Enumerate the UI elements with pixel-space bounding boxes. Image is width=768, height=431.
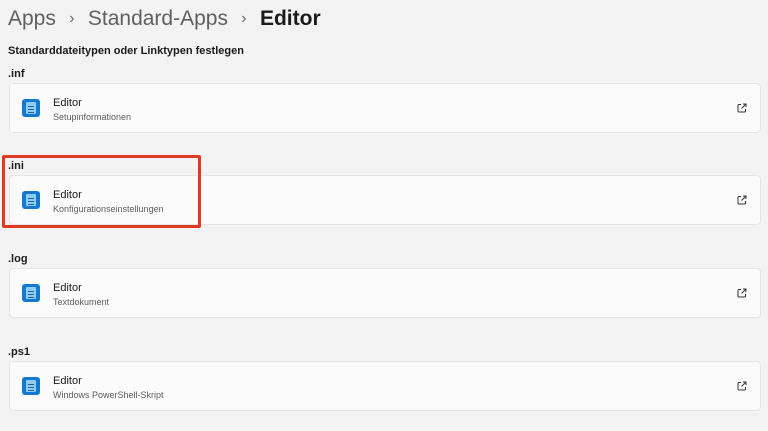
chevron-right-icon: › xyxy=(241,10,247,27)
app-name: Editor xyxy=(53,375,82,387)
association-card-inf[interactable]: Editor Setupinformationen xyxy=(9,83,761,133)
file-type-description: Textdokument xyxy=(53,297,110,307)
file-type-description: Windows PowerShell-Skript xyxy=(53,390,164,400)
external-link-icon[interactable] xyxy=(736,102,748,114)
highlight-box xyxy=(2,155,201,228)
external-link-icon[interactable] xyxy=(736,287,748,299)
extension-label-inf: .inf xyxy=(8,68,25,80)
breadcrumb-standard-apps[interactable]: Standard-Apps xyxy=(88,4,228,34)
chevron-right-icon: › xyxy=(69,10,75,27)
notepad-icon xyxy=(22,99,40,117)
app-name: Editor xyxy=(53,282,82,294)
external-link-icon[interactable] xyxy=(736,380,748,392)
notepad-icon xyxy=(22,284,40,302)
breadcrumb-apps[interactable]: Apps xyxy=(8,4,56,34)
section-heading: Standarddateitypen oder Linktypen festle… xyxy=(8,45,244,57)
extension-label-log: .log xyxy=(8,253,28,265)
association-card-log[interactable]: Editor Textdokument xyxy=(9,268,761,318)
external-link-icon[interactable] xyxy=(736,194,748,206)
association-card-ps1[interactable]: Editor Windows PowerShell-Skript xyxy=(9,361,761,411)
breadcrumb: Apps › Standard-Apps › Editor xyxy=(8,4,321,34)
file-type-description: Setupinformationen xyxy=(53,112,132,122)
app-name: Editor xyxy=(53,97,82,109)
extension-label-ps1: .ps1 xyxy=(8,346,31,358)
breadcrumb-editor: Editor xyxy=(259,7,321,30)
notepad-icon xyxy=(22,377,40,395)
